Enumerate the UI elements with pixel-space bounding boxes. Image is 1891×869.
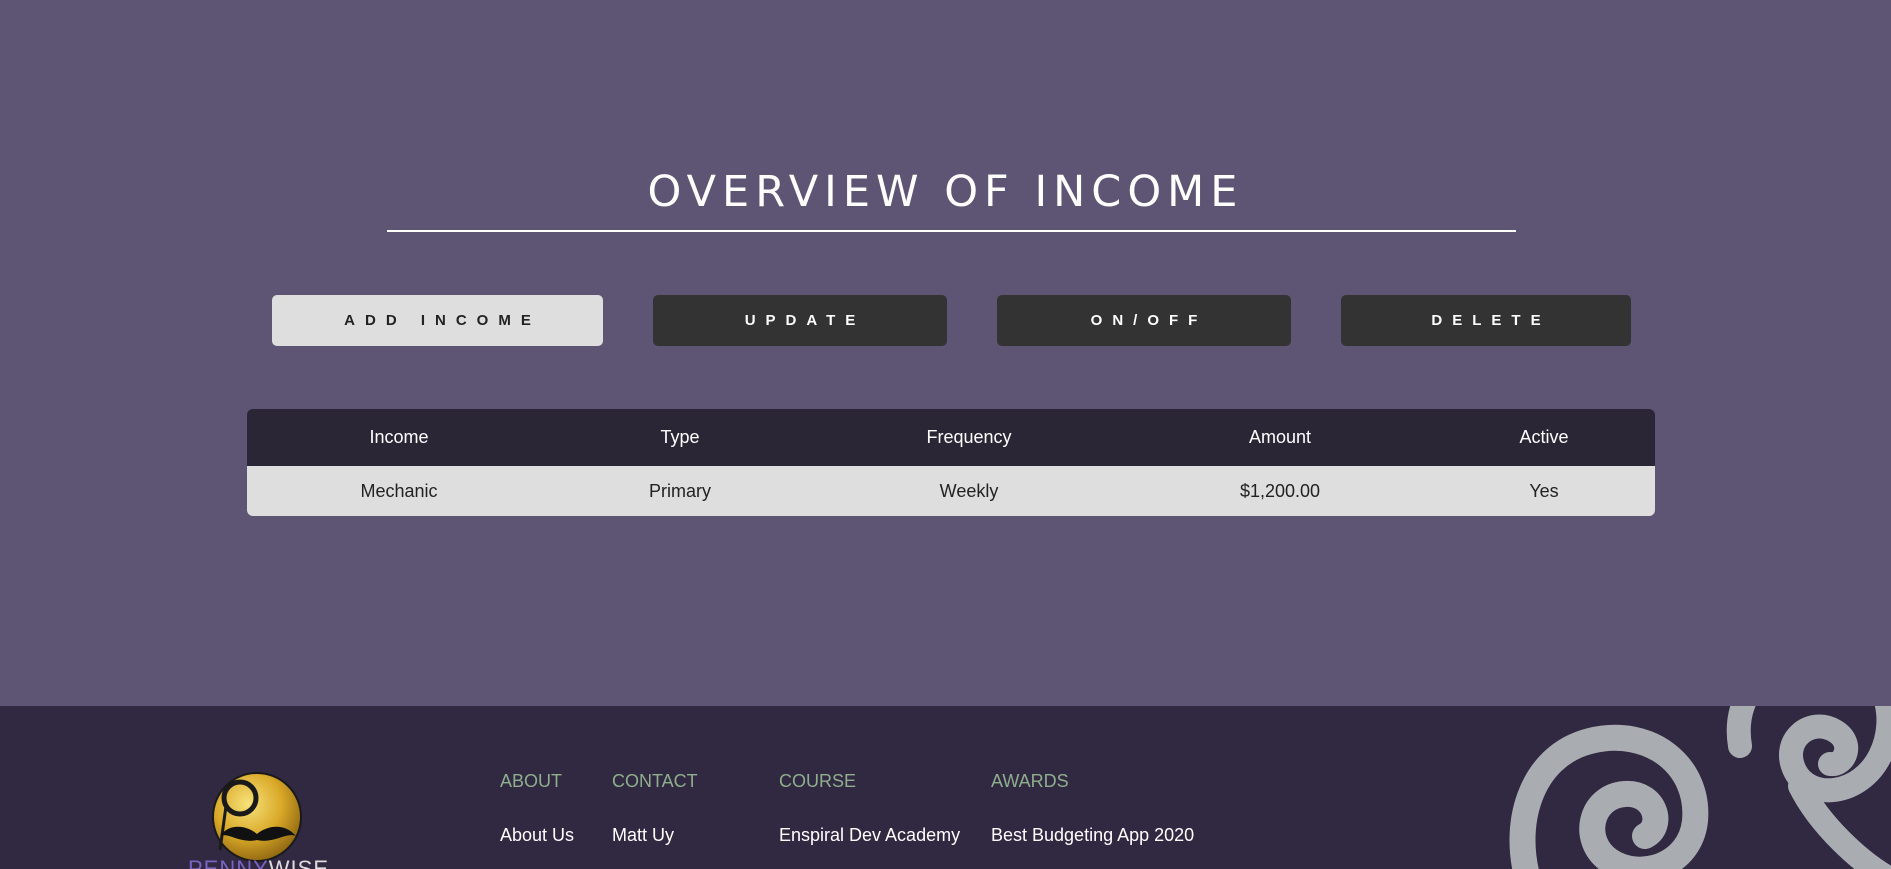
column-header-income: Income — [369, 427, 429, 447]
footer-column-contact: CONTACT Matt Uy — [612, 771, 698, 846]
footer-heading-contact: CONTACT — [612, 771, 698, 791]
page-title: OVERVIEW OF INCOME — [647, 167, 1244, 217]
brand-wordmark: PENNYWISE — [188, 856, 329, 869]
column-header-type: Type — [660, 427, 700, 447]
column-header-active: Active — [1519, 427, 1569, 447]
footer-heading-course: COURSE — [779, 771, 857, 791]
footer-column-awards: AWARDS Best Budgeting App 2020 — [991, 771, 1194, 846]
on-off-button[interactable]: ON/OFF — [997, 295, 1291, 346]
table-header: Income Type Frequency Amount Active — [247, 409, 1655, 466]
table-cell-amount: $1,200.00 — [1239, 481, 1321, 501]
footer-link-enspiral[interactable]: Enspiral Dev Academy — [779, 825, 960, 846]
main-section: OVERVIEW OF INCOME ADD INCOME UPDATE ON/… — [0, 0, 1891, 706]
column-header-amount: Amount — [1248, 427, 1312, 447]
column-header-frequency: Frequency — [926, 427, 1012, 447]
footer-heading-about: ABOUT — [500, 771, 563, 791]
pennywise-monocle-mustache-logo-icon[interactable] — [210, 770, 305, 865]
add-income-button[interactable]: ADD INCOME — [272, 295, 603, 346]
table-row[interactable]: Mechanic Primary Weekly $1,200.00 Yes — [247, 466, 1655, 516]
brand-part-wise: WISE — [268, 856, 330, 869]
spiral-decoration-icon — [1509, 706, 1891, 869]
income-table: Income Type Frequency Amount Active Mech… — [247, 409, 1655, 516]
footer-column-course: COURSE Enspiral Dev Academy — [779, 771, 960, 846]
brand-part-penny: PENNY — [188, 856, 269, 869]
delete-button[interactable]: DELETE — [1341, 295, 1631, 346]
footer-link-best-budgeting[interactable]: Best Budgeting App 2020 — [991, 825, 1194, 846]
table-cell-active: Yes — [1529, 481, 1559, 501]
update-button[interactable]: UPDATE — [653, 295, 947, 346]
footer: PENNYWISE ABOUT About Us CONTACT Matt Uy… — [0, 706, 1891, 869]
footer-heading-awards: AWARDS — [991, 771, 1069, 791]
footer-column-about: ABOUT About Us — [500, 771, 574, 846]
table-cell-frequency: Weekly — [939, 481, 999, 501]
footer-link-about-us[interactable]: About Us — [500, 825, 574, 846]
title-divider — [387, 230, 1516, 232]
table-cell-type: Primary — [649, 481, 711, 501]
footer-link-matt-uy[interactable]: Matt Uy — [612, 825, 698, 846]
table-cell-income: Mechanic — [360, 481, 438, 501]
